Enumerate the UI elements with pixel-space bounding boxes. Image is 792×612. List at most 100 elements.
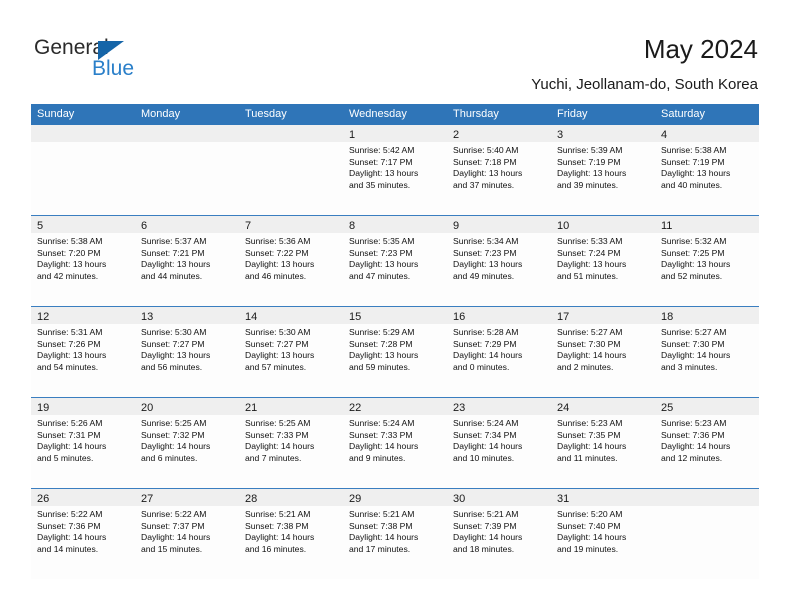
day-number-band: 8 bbox=[343, 216, 447, 233]
day-number: 1 bbox=[349, 129, 356, 141]
calendar-day-cell[interactable]: 23 Sunrise: 5:24 AM Sunset: 7:34 PM Dayligh… bbox=[447, 398, 551, 488]
day-number-band: 18 bbox=[655, 307, 759, 324]
daylight-text-line1: Daylight: 14 hours bbox=[557, 441, 627, 452]
sunrise-text: Sunrise: 5:20 AM bbox=[557, 509, 623, 519]
calendar-day-cell[interactable]: 5 Sunrise: 5:38 AM Sunset: 7:20 PM Daylight… bbox=[31, 216, 135, 306]
daylight-text-line2: and 7 minutes. bbox=[245, 452, 302, 463]
daylight-text-line1: Daylight: 14 hours bbox=[141, 532, 211, 543]
calendar-day-cell[interactable]: 16 Sunrise: 5:28 AM Sunset: 7:29 PM Dayligh… bbox=[447, 307, 551, 397]
day-sun-info: Sunrise: 5:38 AM Sunset: 7:20 PM Daylight:… bbox=[31, 233, 135, 282]
sunrise-text: Sunrise: 5:39 AM bbox=[557, 145, 623, 155]
sunrise-text: Sunrise: 5:23 AM bbox=[557, 418, 623, 428]
calendar-day-cell[interactable]: 9 Sunrise: 5:34 AM Sunset: 7:23 PM Daylight… bbox=[447, 216, 551, 306]
calendar-day-cell[interactable]: 3 Sunrise: 5:39 AM Sunset: 7:19 PM Daylight… bbox=[551, 125, 655, 215]
calendar-day-cell[interactable]: 25 Sunrise: 5:23 AM Sunset: 7:36 PM Dayligh… bbox=[655, 398, 759, 488]
daylight-text-line2: and 17 minutes. bbox=[349, 543, 411, 554]
calendar-day-cell[interactable]: 6 Sunrise: 5:37 AM Sunset: 7:21 PM Daylight… bbox=[135, 216, 239, 306]
daylight-text-line1: Daylight: 14 hours bbox=[557, 532, 627, 543]
sunset-text: Sunset: 7:39 PM bbox=[453, 520, 517, 531]
calendar-day-cell[interactable]: 29 Sunrise: 5:21 AM Sunset: 7:38 PM Dayligh… bbox=[343, 489, 447, 579]
daylight-text-line2: and 39 minutes. bbox=[557, 179, 619, 190]
day-sun-info: Sunrise: 5:22 AM Sunset: 7:36 PM Daylight:… bbox=[31, 506, 135, 555]
daylight-text-line2: and 51 minutes. bbox=[557, 270, 619, 281]
day-number: 2 bbox=[453, 129, 460, 141]
daylight-text-line1: Daylight: 13 hours bbox=[349, 168, 419, 179]
day-number-band: 21 bbox=[239, 398, 343, 415]
calendar-day-cell[interactable]: 21 Sunrise: 5:25 AM Sunset: 7:33 PM Dayligh… bbox=[239, 398, 343, 488]
sunrise-text: Sunrise: 5:35 AM bbox=[349, 236, 415, 246]
calendar-day-cell[interactable]: 4 Sunrise: 5:38 AM Sunset: 7:19 PM Daylight… bbox=[655, 125, 759, 215]
day-sun-info: Sunrise: 5:40 AM Sunset: 7:18 PM Daylight:… bbox=[447, 142, 551, 191]
page-header: General Blue May 2024 Yuchi, Jeollanam-d… bbox=[0, 0, 792, 100]
day-sun-info: Sunrise: 5:23 AM Sunset: 7:36 PM Daylight:… bbox=[655, 415, 759, 464]
daylight-text-line1: Daylight: 13 hours bbox=[141, 350, 211, 361]
day-sun-info: Sunrise: 5:32 AM Sunset: 7:25 PM Daylight:… bbox=[655, 233, 759, 282]
day-sun-info: Sunrise: 5:21 AM Sunset: 7:38 PM Daylight:… bbox=[239, 506, 343, 555]
page-title: May 2024 bbox=[643, 34, 758, 64]
day-number-band: 14 bbox=[239, 307, 343, 324]
day-number: 9 bbox=[453, 220, 460, 232]
daylight-text-line1: Daylight: 14 hours bbox=[661, 350, 731, 361]
daylight-text-line1: Daylight: 14 hours bbox=[557, 350, 627, 361]
sunset-text: Sunset: 7:22 PM bbox=[245, 247, 309, 258]
calendar-day-cell[interactable]: 1 Sunrise: 5:42 AM Sunset: 7:17 PM Daylight… bbox=[343, 125, 447, 215]
sunrise-text: Sunrise: 5:42 AM bbox=[349, 145, 415, 155]
sunset-text: Sunset: 7:37 PM bbox=[141, 520, 205, 531]
daylight-text-line2: and 57 minutes. bbox=[245, 361, 307, 372]
day-number-band: 6 bbox=[135, 216, 239, 233]
day-number: 4 bbox=[661, 129, 668, 141]
calendar-day-cell[interactable]: 30 Sunrise: 5:21 AM Sunset: 7:39 PM Dayligh… bbox=[447, 489, 551, 579]
sunset-text: Sunset: 7:32 PM bbox=[141, 429, 205, 440]
calendar-day-cell[interactable]: 12 Sunrise: 5:31 AM Sunset: 7:26 PM Dayligh… bbox=[31, 307, 135, 397]
calendar-day-cell[interactable]: 14 Sunrise: 5:30 AM Sunset: 7:27 PM Dayligh… bbox=[239, 307, 343, 397]
daylight-text-line2: and 46 minutes. bbox=[245, 270, 307, 281]
sunset-text: Sunset: 7:36 PM bbox=[37, 520, 101, 531]
calendar-day-cell[interactable]: 20 Sunrise: 5:25 AM Sunset: 7:32 PM Dayligh… bbox=[135, 398, 239, 488]
sunset-text: Sunset: 7:17 PM bbox=[349, 156, 413, 167]
day-number-band: 25 bbox=[655, 398, 759, 415]
day-sun-info: Sunrise: 5:31 AM Sunset: 7:26 PM Daylight:… bbox=[31, 324, 135, 373]
sunset-text: Sunset: 7:26 PM bbox=[37, 338, 101, 349]
calendar-day-cell[interactable]: 31 Sunrise: 5:20 AM Sunset: 7:40 PM Dayligh… bbox=[551, 489, 655, 579]
daylight-text-line1: Daylight: 13 hours bbox=[557, 259, 627, 270]
calendar-empty-cell bbox=[135, 125, 239, 215]
calendar-day-cell[interactable]: 17 Sunrise: 5:27 AM Sunset: 7:30 PM Dayligh… bbox=[551, 307, 655, 397]
calendar-day-cell[interactable]: 7 Sunrise: 5:36 AM Sunset: 7:22 PM Daylight… bbox=[239, 216, 343, 306]
sunrise-text: Sunrise: 5:32 AM bbox=[661, 236, 727, 246]
sunrise-text: Sunrise: 5:33 AM bbox=[557, 236, 623, 246]
calendar-day-cell[interactable]: 2 Sunrise: 5:40 AM Sunset: 7:18 PM Daylight… bbox=[447, 125, 551, 215]
day-number-band bbox=[135, 125, 239, 142]
daylight-text-line1: Daylight: 14 hours bbox=[453, 441, 523, 452]
day-number-band: 11 bbox=[655, 216, 759, 233]
day-number-band: 23 bbox=[447, 398, 551, 415]
calendar-day-cell[interactable]: 26 Sunrise: 5:22 AM Sunset: 7:36 PM Dayligh… bbox=[31, 489, 135, 579]
calendar-day-cell[interactable]: 24 Sunrise: 5:23 AM Sunset: 7:35 PM Dayligh… bbox=[551, 398, 655, 488]
calendar-day-cell[interactable]: 28 Sunrise: 5:21 AM Sunset: 7:38 PM Dayligh… bbox=[239, 489, 343, 579]
calendar-day-cell[interactable]: 13 Sunrise: 5:30 AM Sunset: 7:27 PM Dayligh… bbox=[135, 307, 239, 397]
calendar-day-cell[interactable]: 22 Sunrise: 5:24 AM Sunset: 7:33 PM Dayligh… bbox=[343, 398, 447, 488]
calendar-day-cell[interactable]: 15 Sunrise: 5:29 AM Sunset: 7:28 PM Dayligh… bbox=[343, 307, 447, 397]
sunset-text: Sunset: 7:23 PM bbox=[453, 247, 517, 258]
calendar-week-row: 26 Sunrise: 5:22 AM Sunset: 7:36 PM Dayligh… bbox=[31, 488, 759, 579]
sunset-text: Sunset: 7:30 PM bbox=[557, 338, 621, 349]
calendar-day-cell[interactable]: 11 Sunrise: 5:32 AM Sunset: 7:25 PM Dayligh… bbox=[655, 216, 759, 306]
calendar-day-cell[interactable]: 18 Sunrise: 5:27 AM Sunset: 7:30 PM Dayligh… bbox=[655, 307, 759, 397]
weekday-header-saturday: Saturday bbox=[661, 108, 706, 120]
sunset-text: Sunset: 7:30 PM bbox=[661, 338, 725, 349]
calendar-day-cell[interactable]: 27 Sunrise: 5:22 AM Sunset: 7:37 PM Dayligh… bbox=[135, 489, 239, 579]
daylight-text-line2: and 42 minutes. bbox=[37, 270, 99, 281]
calendar-day-cell[interactable]: 10 Sunrise: 5:33 AM Sunset: 7:24 PM Dayligh… bbox=[551, 216, 655, 306]
day-number-band bbox=[31, 125, 135, 142]
day-sun-info: Sunrise: 5:38 AM Sunset: 7:19 PM Daylight:… bbox=[655, 142, 759, 191]
calendar-day-cell[interactable]: 19 Sunrise: 5:26 AM Sunset: 7:31 PM Dayligh… bbox=[31, 398, 135, 488]
sunset-text: Sunset: 7:19 PM bbox=[557, 156, 621, 167]
day-number-band bbox=[655, 489, 759, 506]
day-number-band: 26 bbox=[31, 489, 135, 506]
daylight-text-line1: Daylight: 14 hours bbox=[141, 441, 211, 452]
daylight-text-line1: Daylight: 13 hours bbox=[453, 259, 523, 270]
day-number: 22 bbox=[349, 402, 362, 414]
daylight-text-line1: Daylight: 14 hours bbox=[37, 441, 107, 452]
calendar-day-cell[interactable]: 8 Sunrise: 5:35 AM Sunset: 7:23 PM Daylight… bbox=[343, 216, 447, 306]
day-number-band: 7 bbox=[239, 216, 343, 233]
sunset-text: Sunset: 7:31 PM bbox=[37, 429, 101, 440]
